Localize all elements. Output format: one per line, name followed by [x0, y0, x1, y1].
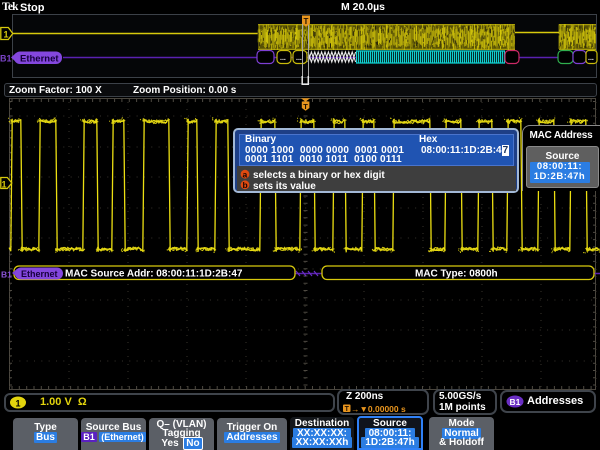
svg-text:a: a — [243, 170, 248, 180]
svg-text:MAC Type: 0800h: MAC Type: 0800h — [415, 269, 498, 280]
svg-text:B1: B1 — [1, 270, 12, 280]
svg-text:1: 1 — [16, 399, 21, 409]
svg-text:Ethernet: Ethernet — [21, 269, 58, 279]
svg-text:B1: B1 — [510, 397, 521, 407]
svg-text:MAC Source Addr: 08:00:11:1D:2: MAC Source Addr: 08:00:11:1D:2B:47 — [65, 269, 243, 280]
svg-text:b: b — [243, 180, 248, 190]
svg-text:T: T — [345, 406, 350, 413]
svg-text:→▼0.00000 s: →▼0.00000 s — [351, 404, 406, 414]
